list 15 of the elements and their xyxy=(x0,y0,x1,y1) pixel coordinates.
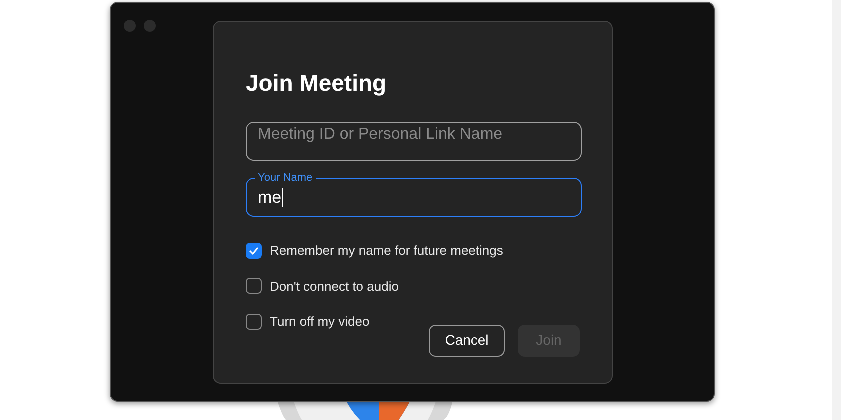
checkbox[interactable] xyxy=(246,314,262,330)
checkbox-label: Don't connect to audio xyxy=(270,278,399,296)
text-cursor xyxy=(282,188,283,208)
checkbox[interactable] xyxy=(246,242,262,259)
dialog-title: Join Meeting xyxy=(246,69,388,98)
action-button[interactable]: Cancel xyxy=(429,324,505,356)
field-placeholder: Meeting ID or Personal Link Name xyxy=(258,125,503,145)
field-value: me xyxy=(258,187,282,209)
checkbox-label: Remember my name for future meetings xyxy=(270,242,504,260)
checkbox[interactable] xyxy=(246,278,262,294)
input-field[interactable]: Your Name me xyxy=(246,171,582,217)
field-label: Your Name xyxy=(257,171,314,185)
checkbox-label: Turn off my video xyxy=(270,313,370,331)
checkmark-icon xyxy=(249,246,259,255)
input-field[interactable]: Meeting ID or Personal Link Name xyxy=(246,122,582,161)
